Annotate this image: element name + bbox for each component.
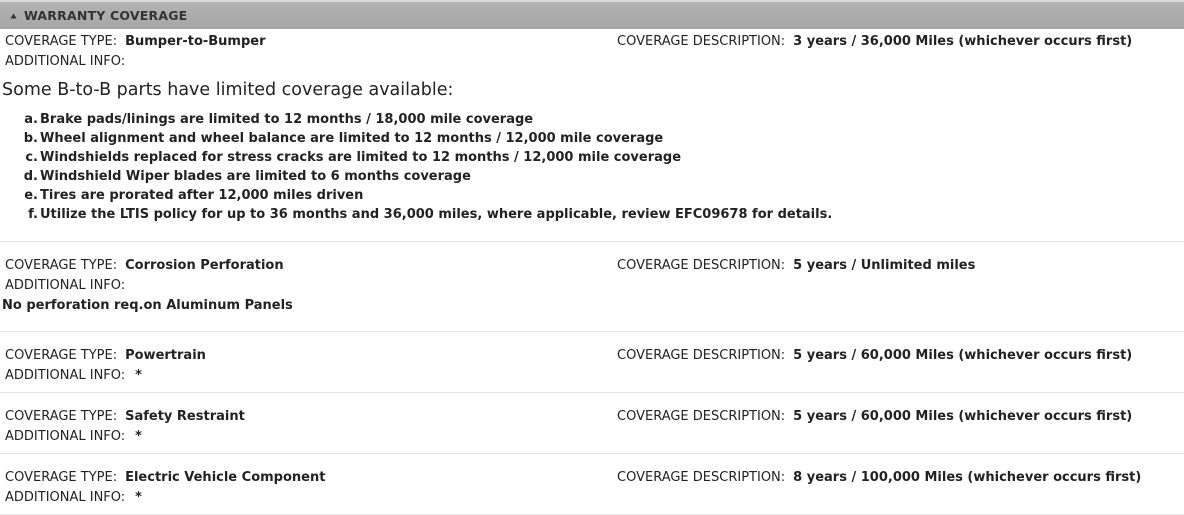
additional-info-row: ADDITIONAL INFO: bbox=[0, 51, 1184, 71]
list-item: a. Brake pads/linings are limited to 12 m… bbox=[24, 112, 534, 127]
coverage-description-value: 3 years / 36,000 Miles (whichever occurs… bbox=[793, 33, 1133, 49]
coverage-description-label: COVERAGE DESCRIPTION: bbox=[617, 347, 786, 363]
coverage-description-value: 5 years / 60,000 Miles (whichever occurs… bbox=[793, 347, 1133, 363]
additional-info-row: ADDITIONAL INFO: * bbox=[0, 487, 1184, 507]
coverage-type-label: COVERAGE TYPE: bbox=[5, 408, 118, 424]
warranty-coverage-panel: WARRANTY COVERAGE COVERAGE TYPE: Bumper-… bbox=[0, 0, 1184, 515]
limited-coverage-list: a. Brake pads/linings are limited to 12 m… bbox=[0, 110, 1184, 224]
coverage-type-label: COVERAGE TYPE: bbox=[5, 33, 118, 49]
list-item: b. Wheel alignment and wheel balance are … bbox=[23, 131, 664, 146]
coverage-type-label: COVERAGE TYPE: bbox=[5, 347, 118, 363]
coverage-description-value: 8 years / 100,000 Miles (whichever occur… bbox=[793, 469, 1142, 485]
section-header[interactable]: WARRANTY COVERAGE bbox=[0, 0, 1184, 29]
additional-info-label: ADDITIONAL INFO: bbox=[5, 53, 126, 69]
coverage-type-label: COVERAGE TYPE: bbox=[5, 469, 118, 485]
additional-info-value: * bbox=[135, 489, 142, 505]
section-title: WARRANTY COVERAGE bbox=[24, 8, 188, 23]
coverage-entry: COVERAGE TYPE: Powertrain COVERAGE DESCR… bbox=[0, 332, 1184, 393]
coverage-row: COVERAGE TYPE: Corrosion Perforation COV… bbox=[0, 255, 1184, 275]
coverage-description-value: 5 years / 60,000 Miles (whichever occurs… bbox=[793, 408, 1133, 424]
additional-info-row: ADDITIONAL INFO: * bbox=[0, 426, 1184, 446]
coverage-description-label: COVERAGE DESCRIPTION: bbox=[617, 469, 786, 485]
coverage-description-label: COVERAGE DESCRIPTION: bbox=[617, 408, 786, 424]
additional-info-label: ADDITIONAL INFO: bbox=[5, 428, 126, 444]
coverage-entry: COVERAGE TYPE: Corrosion Perforation COV… bbox=[0, 242, 1184, 332]
coverage-row: COVERAGE TYPE: Safety Restraint COVERAGE… bbox=[0, 406, 1184, 426]
coverage-description-label: COVERAGE DESCRIPTION: bbox=[617, 33, 786, 49]
coverage-type-value: Corrosion Perforation bbox=[125, 257, 284, 273]
coverage-type-value: Safety Restraint bbox=[125, 408, 245, 424]
coverage-entry: COVERAGE TYPE: Safety Restraint COVERAGE… bbox=[0, 393, 1184, 454]
coverage-description-label: COVERAGE DESCRIPTION: bbox=[617, 257, 786, 273]
additional-info-row: ADDITIONAL INFO: bbox=[0, 275, 1184, 295]
coverage-row: COVERAGE TYPE: Powertrain COVERAGE DESCR… bbox=[0, 345, 1184, 365]
list-item: e. Tires are prorated after 12,000 miles … bbox=[24, 188, 364, 203]
coverage-note: No perforation req.on Aluminum Panels bbox=[2, 298, 293, 313]
additional-info-value: * bbox=[135, 428, 142, 444]
coverage-description-value: 5 years / Unlimited miles bbox=[793, 257, 976, 273]
coverage-row: COVERAGE TYPE: Electric Vehicle Componen… bbox=[0, 467, 1184, 487]
additional-info-row: ADDITIONAL INFO: * bbox=[0, 365, 1184, 385]
coverage-type-value: Electric Vehicle Component bbox=[125, 469, 326, 485]
triangle-up-icon[interactable] bbox=[9, 12, 17, 20]
list-item: f. Utilize the LTIS policy for up to 36 m… bbox=[28, 207, 833, 222]
additional-info-label: ADDITIONAL INFO: bbox=[5, 277, 126, 293]
additional-info-label: ADDITIONAL INFO: bbox=[5, 367, 126, 383]
coverage-type-value: Bumper-to-Bumper bbox=[125, 33, 266, 49]
list-item: c. Windshields replaced for stress cracks… bbox=[25, 150, 682, 165]
coverage-type-value: Powertrain bbox=[125, 347, 206, 363]
additional-info-label: ADDITIONAL INFO: bbox=[5, 489, 126, 505]
coverage-entry: COVERAGE TYPE: Electric Vehicle Componen… bbox=[0, 454, 1184, 515]
list-item: d. Windshield Wiper blades are limited to… bbox=[23, 169, 471, 184]
limited-coverage-intro: Some B-to-B parts have limited coverage … bbox=[2, 80, 454, 100]
coverage-row: COVERAGE TYPE: Bumper-to-Bumper COVERAGE… bbox=[0, 31, 1184, 51]
coverage-type-label: COVERAGE TYPE: bbox=[5, 257, 118, 273]
coverage-entry: COVERAGE TYPE: Bumper-to-Bumper COVERAGE… bbox=[0, 29, 1184, 242]
additional-info-value: * bbox=[135, 367, 142, 383]
